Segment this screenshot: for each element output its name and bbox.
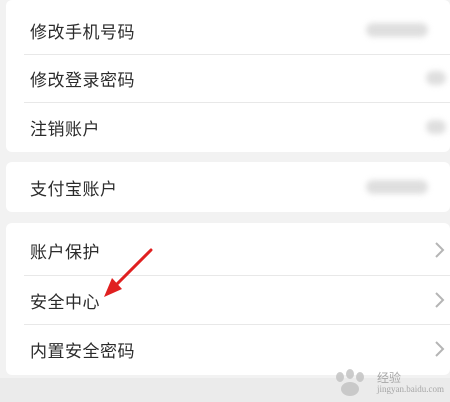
blurred-indicator	[426, 71, 446, 85]
alipay-account-label: 支付宝账户	[30, 179, 118, 200]
divider	[24, 275, 450, 276]
built-in-security-password-row[interactable]: 内置安全密码	[6, 327, 450, 371]
change-phone-number-label: 修改手机号码	[30, 22, 135, 43]
account-settings-card: 修改手机号码 修改登录密码 注销账户	[6, 0, 450, 152]
account-protection-label: 账户保护	[30, 242, 100, 263]
blurred-alipay-value	[366, 180, 428, 194]
watermark-text-line1: 经验	[377, 370, 402, 385]
watermark-text-line2: jingyan.baidu.com	[377, 383, 444, 394]
account-protection-row[interactable]: 账户保护	[6, 228, 450, 272]
chevron-right-icon	[435, 341, 445, 357]
change-login-password-row[interactable]: 修改登录密码	[6, 56, 450, 100]
security-settings-card: 账户保护 安全中心 内置安全密码	[6, 223, 450, 375]
change-phone-number-row[interactable]: 修改手机号码	[6, 8, 450, 52]
change-login-password-label: 修改登录密码	[30, 70, 135, 91]
cancel-account-row[interactable]: 注销账户	[6, 105, 450, 149]
baidu-jingyan-watermark: 经验 jingyan.baidu.com	[329, 368, 444, 398]
divider	[24, 102, 450, 103]
baidu-paw-logo-icon	[336, 369, 364, 396]
blurred-indicator	[426, 120, 446, 134]
blurred-phone-value	[366, 23, 428, 37]
alipay-account-card: 支付宝账户	[6, 162, 450, 212]
built-in-security-password-label: 内置安全密码	[30, 341, 135, 362]
divider	[24, 54, 450, 55]
chevron-right-icon	[435, 242, 445, 258]
cancel-account-label: 注销账户	[30, 119, 100, 140]
security-center-label: 安全中心	[30, 292, 100, 313]
chevron-right-icon	[435, 292, 445, 308]
security-center-row[interactable]: 安全中心	[6, 278, 450, 322]
alipay-account-row[interactable]: 支付宝账户	[6, 165, 450, 209]
divider	[24, 324, 450, 325]
